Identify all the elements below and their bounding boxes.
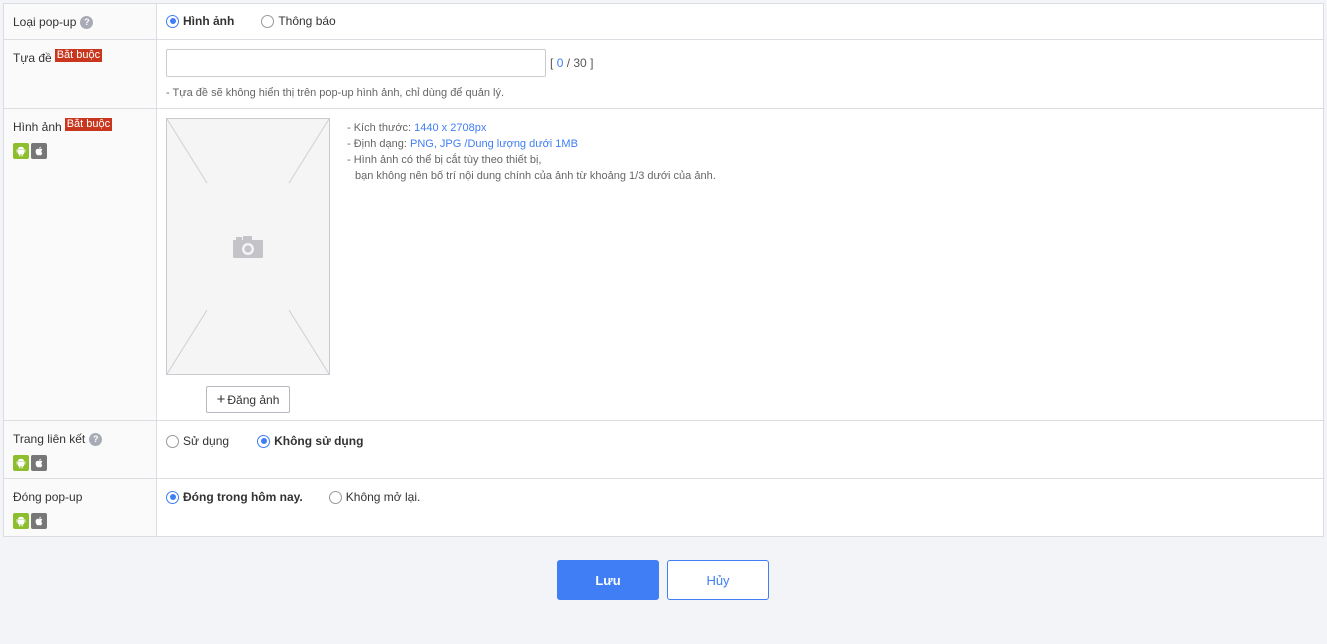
platform-icons [13,455,156,471]
platform-icons [13,513,156,529]
label-cell: Đóng pop-up [4,479,157,536]
help-icon[interactable]: ? [80,15,94,29]
platform-icons [13,143,156,159]
popup-form: Loại pop-up ? Hình ảnh Thông báo Tựa đề [3,3,1324,537]
android-icon [13,455,29,471]
cancel-button[interactable]: Hủy [667,560,769,600]
radio-circle[interactable] [257,434,271,448]
image-label: Hình ảnh [13,120,62,134]
radio-circle[interactable] [166,14,179,28]
content-cell: + Đăng ảnh - Kích thước: 1440 x 2708px -… [157,109,1323,420]
link-page-radio-group: Sử dụng Không sử dụng [166,421,1323,461]
android-icon [13,143,29,159]
upload-button-label: Đăng ảnh [227,392,280,407]
image-requirements: - Kích thước: 1440 x 2708px - Định dạng:… [347,120,716,184]
radio-use[interactable]: Sử dụng [166,434,229,448]
title-label: Tựa đề [13,51,52,65]
content-cell: [ 0 / 30 ] - Tựa đề sẽ không hiển thị tr… [157,40,1323,108]
radio-image[interactable]: Hình ảnh [166,14,234,28]
close-popup-label: Đóng pop-up [13,490,83,504]
row-title: Tựa đề Bắt buộc [ 0 / 30 ] - Tựa đề sẽ k… [4,40,1323,109]
link-page-label: Trang liên kết [13,432,86,446]
radio-circle[interactable] [166,434,179,448]
radio-close-today[interactable]: Đóng trong hôm nay. [166,490,303,504]
size-value: 1440 x 2708px [414,122,487,134]
close-popup-radio-group: Đóng trong hôm nay. Không mở lại. [166,479,1323,515]
content-cell: Hình ảnh Thông báo [157,4,1323,39]
char-counter: [ 0 / 30 ] [550,56,594,70]
title-input[interactable] [166,49,546,77]
plus-icon: + [216,391,226,408]
apple-icon [31,455,47,471]
popup-type-radio-group: Hình ảnh Thông báo [166,4,1323,38]
row-popup-type: Loại pop-up ? Hình ảnh Thông báo [4,4,1323,40]
row-close-popup: Đóng pop-up Đóng trong hôm nay. Không mở… [4,479,1323,536]
apple-icon [31,143,47,159]
radio-circle[interactable] [261,14,275,28]
save-button[interactable]: Lưu [557,560,659,600]
label-cell: Trang liên kết ? [4,421,157,478]
camera-icon [233,236,263,258]
radio-label: Đóng trong hôm nay. [183,490,303,504]
apple-icon [31,513,47,529]
android-icon [13,513,29,529]
radio-label: Hình ảnh [183,14,235,28]
required-badge: Bắt buộc [64,117,113,131]
label-cell: Hình ảnh Bắt buộc [4,109,157,420]
radio-circle[interactable] [328,490,342,504]
radio-label: Không sử dụng [274,434,364,448]
radio-never-show[interactable]: Không mở lại. [328,490,421,504]
radio-circle[interactable] [166,490,179,504]
upload-image-button[interactable]: + Đăng ảnh [206,386,290,413]
radio-notice[interactable]: Thông báo [261,14,336,28]
content-cell: Sử dụng Không sử dụng [157,421,1323,478]
crop-info: - Hình ảnh có thể bị cắt tùy theo thiết … [347,154,542,166]
crop-info-2: bạn không nên bố trí nội dung chính của … [355,170,716,182]
radio-not-use[interactable]: Không sử dụng [257,434,363,448]
image-preview[interactable] [166,118,330,375]
format-value: PNG, JPG /Dung lượng dưới 1MB [409,138,578,150]
row-link-page: Trang liên kết ? Sử dụng Không sử dụng [4,421,1323,479]
label-cell: Tựa đề Bắt buộc [4,40,157,108]
required-badge: Bắt buộc [54,48,103,62]
radio-label: Thông báo [278,14,336,28]
row-image: Hình ảnh Bắt buộc + Đăng ảnh - Kích thướ… [4,109,1323,421]
content-cell: Đóng trong hôm nay. Không mở lại. [157,479,1323,536]
title-hint: - Tựa đề sẽ không hiển thị trên pop-up h… [166,87,505,99]
radio-label: Sử dụng [183,434,230,448]
size-info: - Kích thước: 1440 x 2708px [347,122,487,134]
label-cell: Loại pop-up ? [4,4,157,39]
char-counter-current: 0 [556,56,564,70]
help-icon[interactable]: ? [89,432,103,446]
popup-type-label: Loại pop-up [13,15,77,29]
radio-label: Không mở lại. [345,490,421,504]
format-info: - Định dạng: PNG, JPG /Dung lượng dưới 1… [347,138,578,150]
